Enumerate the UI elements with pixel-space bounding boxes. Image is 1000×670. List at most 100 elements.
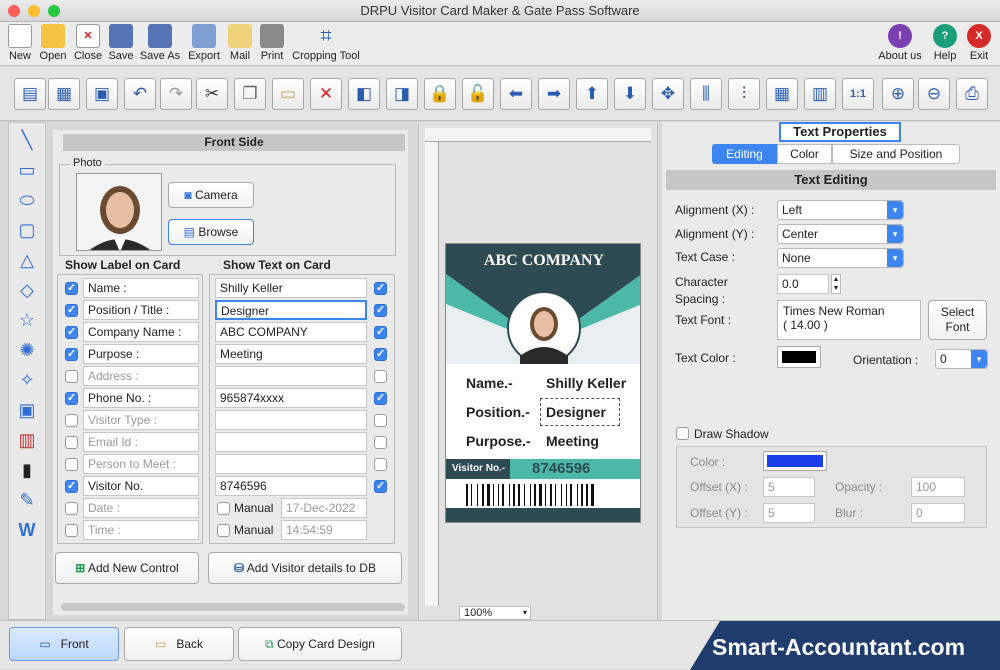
text-field[interactable] [215, 366, 367, 386]
label-field[interactable]: Company Name : [83, 322, 199, 342]
polygon-tool-icon[interactable]: ✧ [14, 367, 40, 393]
text-checkbox[interactable] [374, 479, 387, 493]
copy-card-design-button[interactable]: ⧉ Copy Card Design [238, 627, 402, 661]
actual-size-icon[interactable]: 1:1 [842, 78, 874, 110]
print-button[interactable]: Print [258, 24, 286, 62]
burst-tool-icon[interactable]: ✺ [14, 337, 40, 363]
back-button[interactable]: ▭ Back [124, 627, 234, 661]
label-field[interactable]: Time : [83, 520, 199, 540]
lock-icon[interactable]: 🔒 [424, 78, 456, 110]
grid-icon[interactable]: ▦ [766, 78, 798, 110]
delete-icon[interactable]: ✕ [310, 78, 342, 110]
label-field[interactable]: Address : [83, 366, 199, 386]
text-color-swatch[interactable] [777, 346, 821, 368]
label-field[interactable]: Visitor No. [83, 476, 199, 496]
text-checkbox[interactable] [374, 370, 387, 383]
add-visitor-db-button[interactable]: ⛁ Add Visitor details to DB [208, 552, 402, 584]
label-checkbox[interactable] [65, 303, 78, 317]
ruler-icon[interactable]: ▥ [804, 78, 836, 110]
signature-tool-icon[interactable]: ✎ [14, 487, 40, 513]
diamond-tool-icon[interactable]: ◇ [14, 277, 40, 303]
label-checkbox[interactable] [65, 281, 78, 295]
text-field[interactable]: Shilly Keller [215, 278, 367, 298]
unlock-icon[interactable]: 🔓 [462, 78, 494, 110]
label-checkbox[interactable] [65, 502, 78, 515]
label-checkbox[interactable] [65, 347, 78, 361]
background-icon[interactable]: ▦ [48, 78, 80, 110]
text-checkbox[interactable] [374, 458, 387, 471]
text-field[interactable]: Designer [215, 300, 367, 320]
exit-button[interactable]: X Exit [964, 24, 994, 62]
tab-color[interactable]: Color [777, 144, 832, 164]
move-up-icon[interactable]: ⬆ [576, 78, 608, 110]
zoom-select[interactable]: 100% ▾ [459, 606, 531, 620]
time-field[interactable]: 14:54:59 [281, 520, 367, 540]
shadow-color-swatch[interactable] [763, 451, 827, 471]
character-spacing-input[interactable]: 0.0 [777, 274, 829, 294]
zoom-window-icon[interactable] [48, 5, 60, 17]
zoom-out-icon[interactable]: ⊖ [918, 78, 950, 110]
help-button[interactable]: ? Help [930, 24, 960, 62]
bring-to-front-icon[interactable]: ◧ [348, 78, 380, 110]
opacity-input[interactable]: 100 [911, 477, 965, 497]
date-manual-checkbox[interactable] [217, 502, 230, 515]
label-field[interactable]: Position / Title : [83, 300, 199, 320]
text-field[interactable]: ABC COMPANY [215, 322, 367, 342]
move-down-icon[interactable]: ⬇ [614, 78, 646, 110]
tab-size-and-position[interactable]: Size and Position [832, 144, 960, 164]
text-checkbox[interactable] [374, 391, 387, 405]
about-us-button[interactable]: ! About us [876, 24, 924, 62]
front-button[interactable]: ▭ Front [9, 627, 119, 661]
label-field[interactable]: Visitor Type : [83, 410, 199, 430]
line-tool-icon[interactable]: ╲ [14, 127, 40, 153]
minimize-window-icon[interactable] [28, 5, 40, 17]
paste-icon[interactable]: ▭ [272, 78, 304, 110]
label-checkbox[interactable] [65, 458, 78, 471]
time-manual-checkbox[interactable] [217, 524, 230, 537]
select-font-button[interactable]: Select Font [928, 300, 987, 340]
text-checkbox[interactable] [374, 325, 387, 339]
zoom-in-icon[interactable]: ⊕ [882, 78, 914, 110]
label-field[interactable]: Date : [83, 498, 199, 518]
page-properties-icon[interactable]: ▤ [14, 78, 46, 110]
new-button[interactable]: New [6, 24, 34, 62]
text-field[interactable]: Meeting [215, 344, 367, 364]
label-field[interactable]: Purpose : [83, 344, 199, 364]
text-checkbox[interactable] [374, 414, 387, 427]
draw-shadow-checkbox[interactable] [676, 427, 689, 440]
text-checkbox[interactable] [374, 303, 387, 317]
label-field[interactable]: Person to Meet : [83, 454, 199, 474]
text-field[interactable] [215, 410, 367, 430]
save-as-button[interactable]: Save As [138, 24, 182, 62]
cropping-tool-button[interactable]: ⌗ Cropping Tool [290, 24, 362, 62]
rectangle-tool-icon[interactable]: ▭ [14, 157, 40, 183]
label-checkbox[interactable] [65, 414, 78, 427]
barcode-tool-icon[interactable]: ▮ [14, 457, 40, 483]
triangle-tool-icon[interactable]: △ [14, 247, 40, 273]
label-field[interactable]: Email Id : [83, 432, 199, 452]
label-checkbox[interactable] [65, 524, 78, 537]
center-icon[interactable]: ✥ [652, 78, 684, 110]
label-checkbox[interactable] [65, 325, 78, 339]
add-new-control-button[interactable]: ⊞ Add New Control [55, 552, 199, 584]
redo-icon[interactable]: ↷ [160, 78, 192, 110]
text-checkbox[interactable] [374, 347, 387, 361]
cut-icon[interactable]: ✂ [196, 78, 228, 110]
label-checkbox[interactable] [65, 436, 78, 449]
move-left-icon[interactable]: ⬅ [500, 78, 532, 110]
export-button[interactable]: Export [186, 24, 222, 62]
move-right-icon[interactable]: ➡ [538, 78, 570, 110]
label-field[interactable]: Phone No. : [83, 388, 199, 408]
image-tool-icon[interactable]: ▣ [14, 397, 40, 423]
text-checkbox[interactable] [374, 436, 387, 449]
text-field[interactable]: 8746596 [215, 476, 367, 496]
label-checkbox[interactable] [65, 391, 78, 405]
alignment-x-select[interactable]: Left ▾ [777, 200, 904, 220]
offset-y-input[interactable]: 5 [763, 503, 815, 523]
close-button[interactable]: ✕ Close [72, 24, 104, 62]
browse-button[interactable]: ▤ Browse [168, 219, 254, 245]
offset-x-input[interactable]: 5 [763, 477, 815, 497]
save-button[interactable]: Save [106, 24, 136, 62]
close-window-icon[interactable] [8, 5, 20, 17]
visitor-card[interactable]: ABC COMPANY Name.- Shilly Keller Positio… [445, 243, 641, 523]
